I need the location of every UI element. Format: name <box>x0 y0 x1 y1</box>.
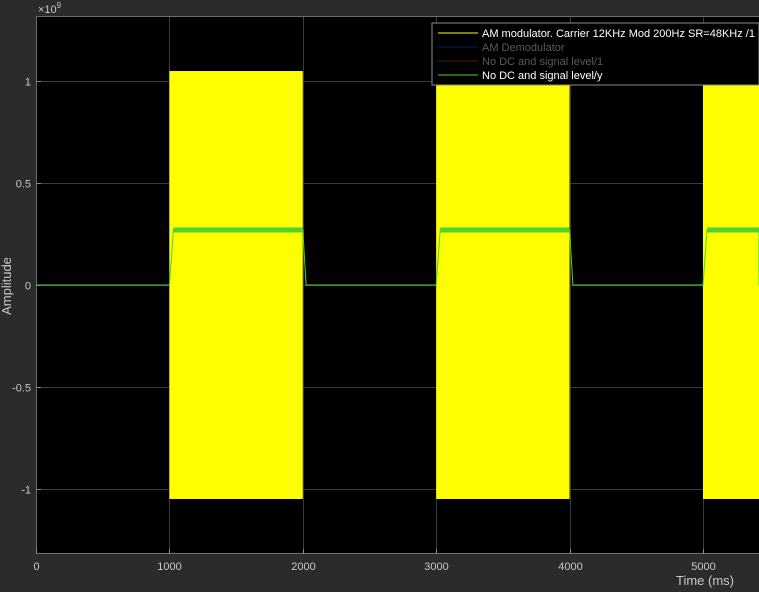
legend-entry: AM Demodulator <box>482 42 565 54</box>
y-exponent-power: 9 <box>57 1 62 10</box>
x-tick-label: 2000 <box>291 561 315 573</box>
modulated-burst <box>436 71 570 499</box>
x-tick-label: 3000 <box>424 561 448 573</box>
legend[interactable]: AM modulator. Carrier 12KHz Mod 200Hz SR… <box>431 22 759 86</box>
x-tick-label: 0 <box>33 561 39 573</box>
level-band <box>173 227 303 233</box>
legend-entry: AM modulator. Carrier 12KHz Mod 200Hz SR… <box>482 28 755 40</box>
x-tick-label: 4000 <box>558 561 582 573</box>
x-tick-label: 1000 <box>157 561 181 573</box>
y-axis-label: Amplitude <box>0 257 14 315</box>
modulated-burst <box>169 71 303 499</box>
y-tick-label: 0.5 <box>16 179 31 191</box>
y-exponent-base: ×10 <box>38 4 57 16</box>
y-tick-label: -1 <box>21 485 31 497</box>
x-axis-label: Time (ms) <box>676 573 734 588</box>
x-tick-label: 5000 <box>691 561 715 573</box>
level-band <box>440 227 570 233</box>
legend-entry: No DC and signal level/y <box>482 70 603 82</box>
chart-figure: 0 1000 2000 3000 4000 5000 -1 -0.5 0 0.5 1 Time (m… <box>0 1 759 588</box>
y-tick-label: 0 <box>25 281 31 293</box>
y-tick-label: 1 <box>25 77 31 89</box>
y-exponent-label: ×109 <box>38 1 62 16</box>
legend-entry: No DC and signal level/1 <box>482 56 603 68</box>
level-band <box>706 227 759 233</box>
modulated-burst <box>702 71 759 499</box>
y-tick-label: -0.5 <box>12 383 31 395</box>
